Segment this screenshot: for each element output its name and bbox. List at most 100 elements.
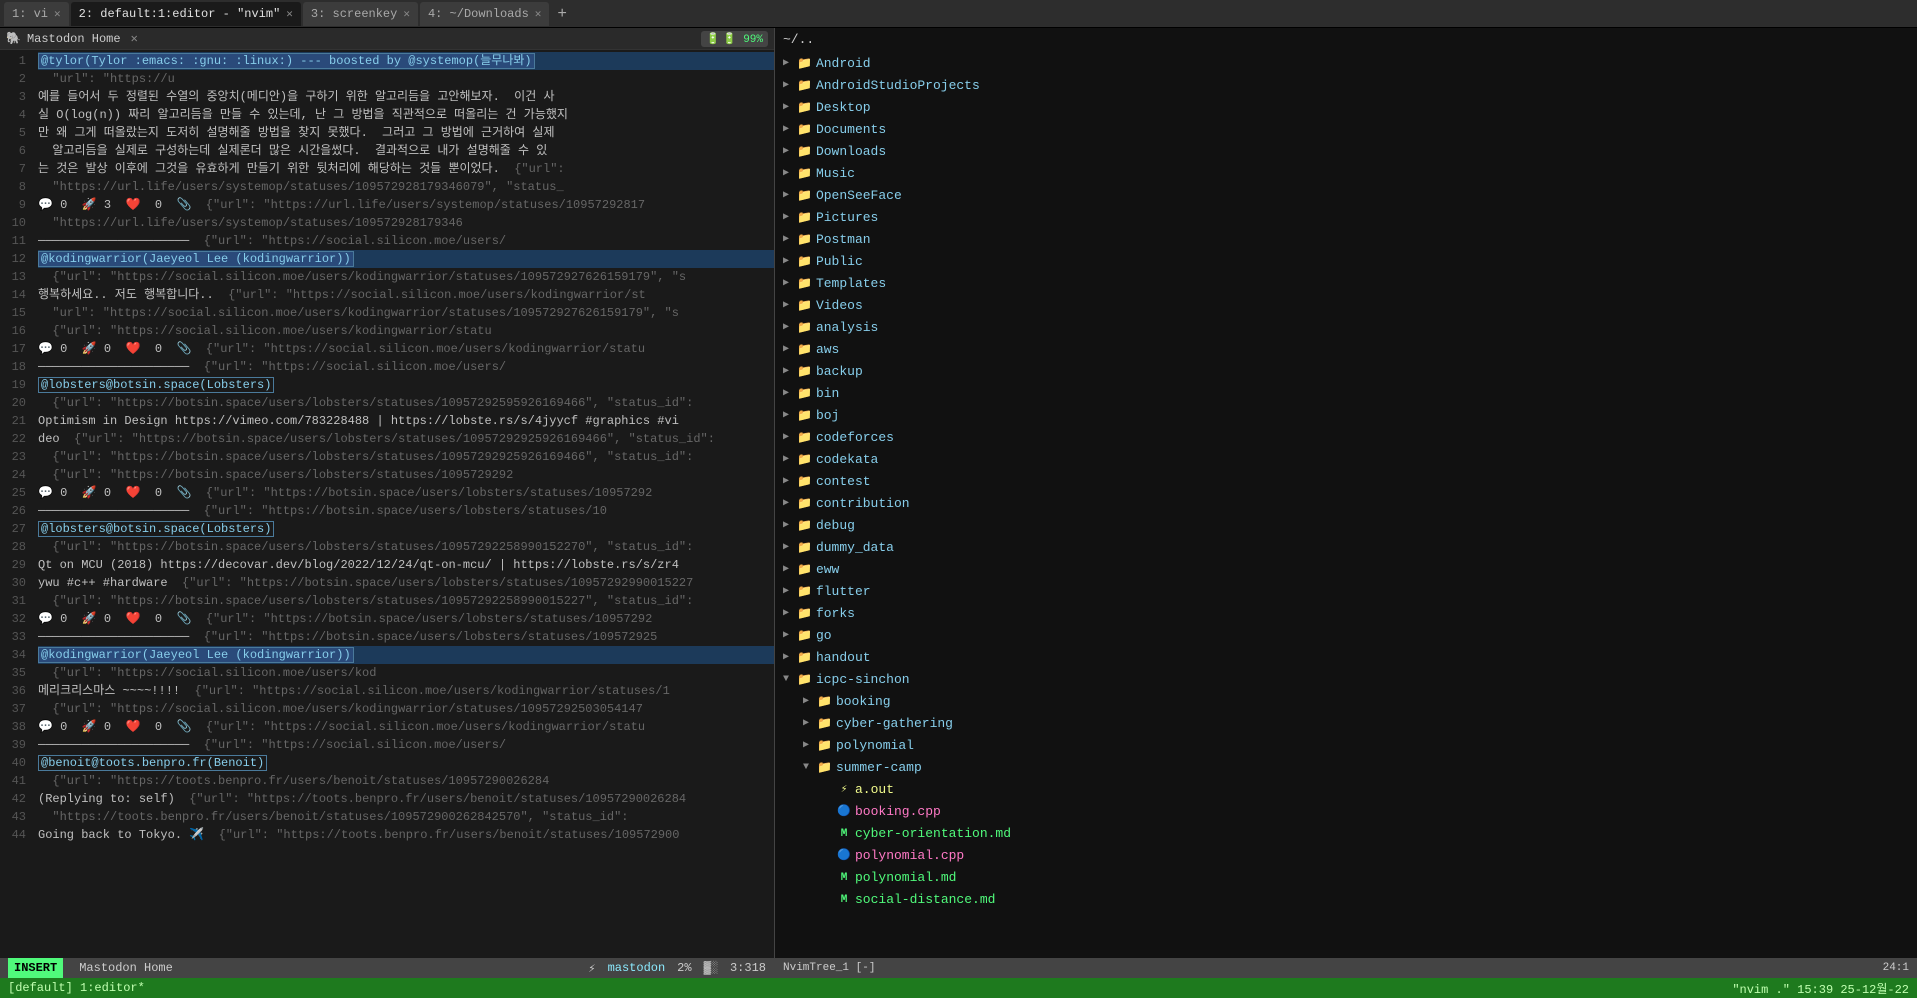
tree-arrow-Pictures[interactable]: ▶ [783, 208, 797, 228]
tree-item-bin[interactable]: ▶ 📁bin [775, 383, 1917, 405]
tree-item-polynomial-md[interactable]: Mpolynomial.md [775, 867, 1917, 889]
tree-arrow-AndroidStudioProjects[interactable]: ▶ [783, 76, 797, 96]
tree-item-contest[interactable]: ▶ 📁contest [775, 471, 1917, 493]
tree-arrow-backup[interactable]: ▶ [783, 362, 797, 382]
tree-item-Templates[interactable]: ▶ 📁Templates [775, 273, 1917, 295]
tab-4-close[interactable]: ✕ [535, 7, 542, 21]
tree-arrow-contest[interactable]: ▶ [783, 472, 797, 492]
main-container: 🐘 Mastodon Home ✕ 🔋 🔋 99% 12345678910111… [0, 28, 1917, 978]
tree-item-Public[interactable]: ▶ 📁Public [775, 251, 1917, 273]
folder-icon: 📁 [797, 406, 812, 426]
tab-4[interactable]: 4: ~/Downloads ✕ [420, 2, 549, 26]
tree-arrow-OpenSeeFace[interactable]: ▶ [783, 186, 797, 206]
tree-item-polynomial[interactable]: ▶ 📁polynomial [775, 735, 1917, 757]
tree-arrow-Documents[interactable]: ▶ [783, 120, 797, 140]
tree-item-aws[interactable]: ▶ 📁aws [775, 339, 1917, 361]
tree-arrow-booking[interactable]: ▶ [803, 692, 817, 712]
tree-arrow-summer-camp[interactable]: ▼ [803, 758, 817, 778]
tab-1-label: 1: vi [12, 7, 48, 21]
tree-arrow-Public[interactable]: ▶ [783, 252, 797, 272]
tree-item-cyber-orientation-md[interactable]: Mcyber-orientation.md [775, 823, 1917, 845]
tree-item-Pictures[interactable]: ▶ 📁Pictures [775, 207, 1917, 229]
tree-arrow-codekata[interactable]: ▶ [783, 450, 797, 470]
tree-item-Desktop[interactable]: ▶ 📁Desktop [775, 97, 1917, 119]
tree-arrow-bin[interactable]: ▶ [783, 384, 797, 404]
tree-arrow-Desktop[interactable]: ▶ [783, 98, 797, 118]
file-icon-cpp: 🔵 [837, 802, 851, 822]
tree-item-handout[interactable]: ▶ 📁handout [775, 647, 1917, 669]
tab-1-close[interactable]: ✕ [54, 7, 61, 21]
tree-item-AndroidStudioProjects[interactable]: ▶ 📁AndroidStudioProjects [775, 75, 1917, 97]
global-status-bar: [default] 1:editor* "nvim ." 15:39 25-12… [0, 978, 1917, 998]
tree-file-label: a.out [855, 780, 894, 800]
tree-item-debug[interactable]: ▶ 📁debug [775, 515, 1917, 537]
tree-arrow-dummy_data[interactable]: ▶ [783, 538, 797, 558]
tree-item-backup[interactable]: ▶ 📁backup [775, 361, 1917, 383]
mastodon-label: mastodon [608, 961, 666, 976]
editor-content[interactable]: 1234567891011121314151617181920212223242… [0, 50, 774, 958]
status-line: INSERT Mastodon Home ⚡ mastodon 2% ▓░ 3:… [0, 958, 774, 978]
tree-item-Android[interactable]: ▶ 📁Android [775, 53, 1917, 75]
tree-item-dummy-data[interactable]: ▶ 📁dummy_data [775, 537, 1917, 559]
tree-item-booking-cpp[interactable]: 🔵booking.cpp [775, 801, 1917, 823]
tree-arrow-aws[interactable]: ▶ [783, 340, 797, 360]
tree-item-codeforces[interactable]: ▶ 📁codeforces [775, 427, 1917, 449]
tree-item-analysis[interactable]: ▶ 📁analysis [775, 317, 1917, 339]
tree-item-boj[interactable]: ▶ 📁boj [775, 405, 1917, 427]
tab-2[interactable]: 2: default:1:editor - "nvim" ✕ [71, 2, 301, 26]
tree-arrow-polynomial[interactable]: ▶ [803, 736, 817, 756]
folder-icon: 📁 [797, 142, 812, 162]
tree-folder-label: bin [816, 384, 839, 404]
tree-item-go[interactable]: ▶ 📁go [775, 625, 1917, 647]
folder-icon: 📁 [797, 164, 812, 184]
folder-icon: 📁 [797, 230, 812, 250]
file-icon-md: M [837, 868, 851, 888]
tree-folder-label: analysis [816, 318, 878, 338]
tree-item-codekata[interactable]: ▶ 📁codekata [775, 449, 1917, 471]
tab-3-close[interactable]: ✕ [403, 7, 410, 21]
tab-1[interactable]: 1: vi ✕ [4, 2, 69, 26]
tree-item-Music[interactable]: ▶ 📁Music [775, 163, 1917, 185]
tree-arrow-Downloads[interactable]: ▶ [783, 142, 797, 162]
tree-arrow-handout[interactable]: ▶ [783, 648, 797, 668]
tab-3[interactable]: 3: screenkey ✕ [303, 2, 418, 26]
tree-arrow-analysis[interactable]: ▶ [783, 318, 797, 338]
file-tree-content[interactable]: ▶ 📁Android▶ 📁AndroidStudioProjects▶ 📁Des… [775, 49, 1917, 958]
tree-item-Documents[interactable]: ▶ 📁Documents [775, 119, 1917, 141]
tree-item-social-distance-md[interactable]: Msocial-distance.md [775, 889, 1917, 911]
tree-arrow-Postman[interactable]: ▶ [783, 230, 797, 250]
tree-arrow-codeforces[interactable]: ▶ [783, 428, 797, 448]
tree-item-Postman[interactable]: ▶ 📁Postman [775, 229, 1917, 251]
tab-2-close[interactable]: ✕ [286, 7, 293, 21]
tree-file-label: polynomial.md [855, 868, 956, 888]
tree-item-forks[interactable]: ▶ 📁forks [775, 603, 1917, 625]
tree-arrow-contribution[interactable]: ▶ [783, 494, 797, 514]
tree-item-Downloads[interactable]: ▶ 📁Downloads [775, 141, 1917, 163]
window-close-button[interactable]: ✕ [131, 31, 138, 46]
tree-item-eww[interactable]: ▶ 📁eww [775, 559, 1917, 581]
tree-item-contribution[interactable]: ▶ 📁contribution [775, 493, 1917, 515]
tree-item-icpc-sinchon[interactable]: ▼ 📁icpc-sinchon [775, 669, 1917, 691]
tree-item-polynomial-cpp[interactable]: 🔵polynomial.cpp [775, 845, 1917, 867]
tree-item-flutter[interactable]: ▶ 📁flutter [775, 581, 1917, 603]
tree-arrow-go[interactable]: ▶ [783, 626, 797, 646]
tree-arrow-debug[interactable]: ▶ [783, 516, 797, 536]
tree-arrow-flutter[interactable]: ▶ [783, 582, 797, 602]
tree-item-cyber-gathering[interactable]: ▶ 📁cyber-gathering [775, 713, 1917, 735]
tree-arrow-forks[interactable]: ▶ [783, 604, 797, 624]
tree-arrow-Music[interactable]: ▶ [783, 164, 797, 184]
tree-arrow-boj[interactable]: ▶ [783, 406, 797, 426]
tree-folder-label: OpenSeeFace [816, 186, 902, 206]
tree-item-a-out[interactable]: ⚡a.out [775, 779, 1917, 801]
tree-item-booking[interactable]: ▶ 📁booking [775, 691, 1917, 713]
tree-arrow-cyber-gathering[interactable]: ▶ [803, 714, 817, 734]
tree-arrow-Templates[interactable]: ▶ [783, 274, 797, 294]
tree-item-Videos[interactable]: ▶ 📁Videos [775, 295, 1917, 317]
tree-arrow-Android[interactable]: ▶ [783, 54, 797, 74]
tree-arrow-icpc-sinchon[interactable]: ▼ [783, 670, 797, 690]
tree-arrow-eww[interactable]: ▶ [783, 560, 797, 580]
new-tab-button[interactable]: + [551, 5, 573, 23]
tree-item-OpenSeeFace[interactable]: ▶ 📁OpenSeeFace [775, 185, 1917, 207]
tree-item-summer-camp[interactable]: ▼ 📁summer-camp [775, 757, 1917, 779]
tree-arrow-Videos[interactable]: ▶ [783, 296, 797, 316]
